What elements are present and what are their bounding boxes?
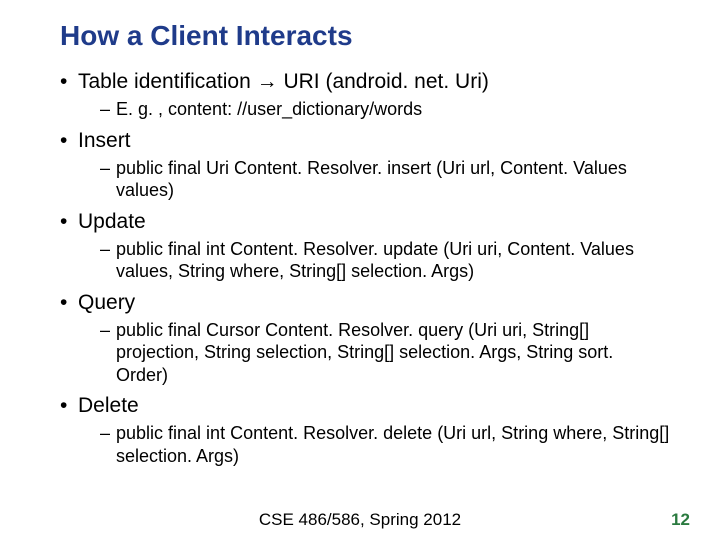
sub-bullet: public final int Content. Resolver. dele… <box>100 422 670 467</box>
sub-bullet: E. g. , content: //user_dictionary/words <box>100 98 670 121</box>
bullet-text: Query <box>78 291 135 314</box>
sublist: public final int Content. Resolver. dele… <box>78 422 670 467</box>
bullet-list: Table identification → URI (android. net… <box>60 70 670 467</box>
bullet-table-id: Table identification → URI (android. net… <box>60 70 670 121</box>
bullet-text: Update <box>78 210 146 233</box>
sub-bullet: public final Cursor Content. Resolver. q… <box>100 319 670 387</box>
bullet-text: Insert <box>78 129 131 152</box>
bullet-insert: Insert public final Uri Content. Resolve… <box>60 129 670 202</box>
sublist: E. g. , content: //user_dictionary/words <box>78 98 670 121</box>
sub-bullet: public final Uri Content. Resolver. inse… <box>100 157 670 202</box>
bullet-query: Query public final Cursor Content. Resol… <box>60 291 670 387</box>
sublist: public final int Content. Resolver. upda… <box>78 238 670 283</box>
arrow-icon: → <box>257 70 278 93</box>
bullet-delete: Delete public final int Content. Resolve… <box>60 394 670 467</box>
page-number: 12 <box>671 510 690 530</box>
sublist: public final Cursor Content. Resolver. q… <box>78 319 670 387</box>
bullet-update: Update public final int Content. Resolve… <box>60 210 670 283</box>
footer-text: CSE 486/586, Spring 2012 <box>0 510 720 530</box>
sublist: public final Uri Content. Resolver. inse… <box>78 157 670 202</box>
sub-bullet: public final int Content. Resolver. upda… <box>100 238 670 283</box>
slide-body: How a Client Interacts Table identificat… <box>0 0 720 467</box>
bullet-text: Delete <box>78 394 139 417</box>
bullet-text-after: URI (android. net. Uri) <box>278 70 489 93</box>
bullet-text: Table identification <box>78 70 257 93</box>
slide-title: How a Client Interacts <box>60 20 670 52</box>
